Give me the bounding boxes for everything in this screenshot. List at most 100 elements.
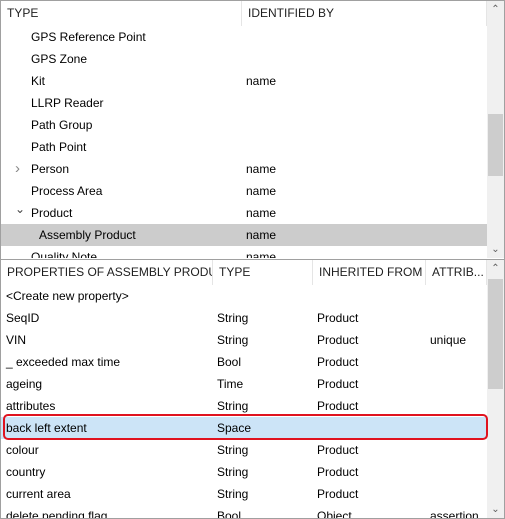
property-row[interactable]: attributes String Product [1,395,487,417]
property-row[interactable]: colour String Product [1,439,487,461]
column-header-type[interactable]: TYPE [213,260,313,285]
property-attributes [426,483,487,505]
property-inherited-from: Product [317,333,359,347]
identified-by [242,48,487,70]
property-name: country [6,465,46,479]
property-name: VIN [6,333,27,347]
type-name: Quality Note [31,250,98,258]
identified-by: name [246,184,277,198]
type-name: LLRP Reader [31,96,104,110]
property-type: String [217,487,249,501]
property-name: SeqID [6,311,40,325]
type-name: GPS Reference Point [31,30,146,44]
identified-by: name [246,250,277,258]
property-type: String [217,399,249,413]
property-attributes [426,461,487,483]
scrollbar-thumb[interactable] [488,114,503,176]
property-type: String [217,443,249,457]
scroll-down-icon[interactable]: ⌄ [487,501,504,518]
property-attributes [426,307,487,329]
property-inherited-from: Product [317,311,359,325]
property-row[interactable]: current area String Product [1,483,487,505]
property-inherited-from: Product [317,443,359,457]
column-header-identified-by[interactable]: IDENTIFIED BY [242,1,487,26]
properties-header: PROPERTIES OF ASSEMBLY PRODUCT TYPE INHE… [1,260,487,285]
chevron-right-icon[interactable]: › [15,158,20,180]
property-type: Time [217,377,244,391]
identified-by: name [246,74,277,88]
identified-by: name [246,162,277,176]
chevron-down-icon[interactable]: ⌄ [15,198,25,220]
property-row[interactable]: _ exceeded max time Bool Product [1,351,487,373]
property-attributes [426,373,487,395]
type-name: GPS Zone [31,52,88,66]
property-row[interactable]: SeqID String Product [1,307,487,329]
types-header: TYPE IDENTIFIED BY [1,1,487,26]
property-row[interactable]: VIN String Product unique [1,329,487,351]
property-name: attributes [6,399,56,413]
scroll-up-icon[interactable]: ⌃ [487,1,504,18]
property-row[interactable]: country String Product [1,461,487,483]
types-list: GPS Reference Point GPS Zone Kit name LLRP R… [1,26,487,258]
tree-row[interactable]: Quality Note name [1,246,487,258]
property-type: String [217,333,249,347]
property-inherited-from [313,285,426,307]
property-name: current area [6,487,71,501]
identified-by [242,136,487,158]
property-inherited-from: Product [317,355,359,369]
column-header-inherited-from[interactable]: INHERITED FROM [313,260,426,285]
property-name: <Create new property> [6,289,129,303]
tree-row[interactable]: Process Area name [1,180,487,202]
property-attributes [426,285,487,307]
property-type: Bool [217,509,242,518]
tree-row[interactable]: Kit name [1,70,487,92]
tree-row[interactable]: Path Point [1,136,487,158]
property-name: delete pending flag [6,509,108,518]
property-type: String [217,311,249,325]
column-header-properties[interactable]: PROPERTIES OF ASSEMBLY PRODUCT [1,260,213,285]
type-name: Assembly Product [39,228,136,242]
type-name: Person [31,162,70,176]
property-attributes: assertion [430,509,479,518]
column-header-attributes[interactable]: ATTRIB... [426,260,487,285]
tree-row[interactable]: GPS Zone [1,48,487,70]
property-attributes [426,395,487,417]
identified-by [242,92,487,114]
scroll-up-icon[interactable]: ⌃ [487,260,504,277]
identified-by [242,26,487,48]
tree-row[interactable]: Assembly Product name [1,224,487,246]
property-type [213,285,313,307]
property-row[interactable]: <Create new property> [1,285,487,307]
property-type: Space [217,421,252,435]
type-name: Kit [31,74,46,88]
property-row[interactable]: back left extent Space [1,417,487,439]
column-header-type[interactable]: TYPE [1,1,242,26]
tree-row[interactable]: GPS Reference Point [1,26,487,48]
identified-by: name [246,206,277,220]
property-row[interactable]: ageing Time Product [1,373,487,395]
types-scrollbar[interactable]: ⌃ ⌄ [487,1,504,258]
property-attributes [426,417,487,439]
scrollbar-thumb[interactable] [488,279,503,389]
property-name: colour [6,443,39,457]
property-row[interactable]: delete pending flag Bool Object assertion [1,505,487,518]
tree-row[interactable]: › Person name [1,158,487,180]
property-name: back left extent [6,421,87,435]
property-inherited-from: Product [317,487,359,501]
tree-row[interactable]: LLRP Reader [1,92,487,114]
tree-row[interactable]: Path Group [1,114,487,136]
properties-list: <Create new property> SeqID String Product V… [1,285,487,518]
properties-scrollbar[interactable]: ⌃ ⌄ [487,260,504,518]
property-attributes: unique [430,333,467,347]
property-inherited-from: Product [317,465,359,479]
property-name: _ exceeded max time [6,355,121,369]
tree-row[interactable]: ⌄ Product name [1,202,487,224]
property-inherited-from: Product [317,399,359,413]
types-tree-panel: TYPE IDENTIFIED BY GPS Reference Point GP… [1,1,504,258]
scroll-down-icon[interactable]: ⌄ [487,241,504,258]
property-type: Bool [217,355,242,369]
type-name: Process Area [31,184,103,198]
property-inherited-from: Object [317,509,352,518]
identified-by: name [246,228,277,242]
identified-by [242,114,487,136]
